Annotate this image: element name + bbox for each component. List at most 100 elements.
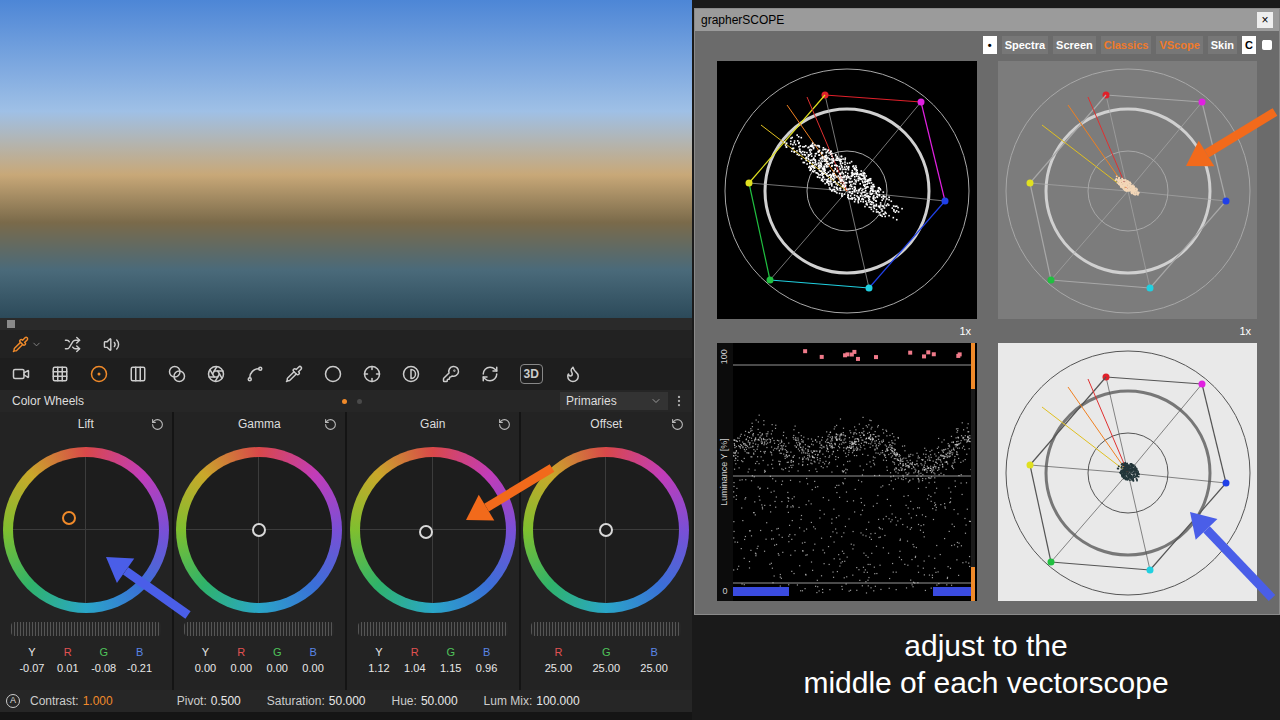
zoom-label[interactable]: 1x	[1239, 323, 1251, 340]
blend-icon[interactable]	[168, 365, 186, 383]
adjustment-field[interactable]: Hue:50.000	[392, 692, 458, 710]
3d-button[interactable]: 3D	[520, 364, 543, 384]
speaker-icon[interactable]	[103, 336, 120, 353]
wheel-slider[interactable]	[358, 622, 508, 636]
sizing-icon[interactable]	[481, 365, 499, 383]
vectorscope-graticule-icon	[717, 61, 975, 319]
adjustment-label: Hue:	[392, 692, 417, 710]
wheel-slider[interactable]	[531, 622, 681, 636]
channel-number: 1.15	[440, 660, 461, 676]
channel-value[interactable]: B-0.21	[125, 644, 155, 676]
page-dot[interactable]	[342, 399, 347, 404]
reset-icon[interactable]	[671, 418, 684, 431]
mode-dropdown[interactable]: Primaries	[560, 392, 668, 410]
scope-tab[interactable]: Screen	[1053, 36, 1096, 54]
channel-value[interactable]: B0.96	[472, 644, 502, 676]
grid-icon[interactable]	[51, 365, 69, 383]
blur-icon[interactable]	[402, 365, 420, 383]
zoom-row: 1x	[717, 319, 977, 343]
wheel-slider[interactable]	[11, 622, 161, 636]
wheel-header: Lift	[0, 412, 172, 436]
reset-icon[interactable]	[324, 418, 337, 431]
adjustment-label: Pivot:	[177, 692, 207, 710]
aperture-icon[interactable]	[207, 365, 225, 383]
color-wheel-icon[interactable]	[90, 365, 108, 383]
adjustment-field[interactable]: Lum Mix:100.000	[484, 692, 580, 710]
channel-label: B	[650, 644, 657, 660]
channel-number: 25.00	[545, 660, 573, 676]
channel-label: G	[273, 644, 282, 660]
zoom-label[interactable]: 1x	[959, 323, 971, 340]
wheel-column: GammaY0.00R0.00G0.00B0.00	[174, 412, 346, 690]
playhead[interactable]	[7, 320, 15, 328]
channel-label: B	[136, 644, 143, 660]
channel-number: 0.00	[266, 660, 287, 676]
scrub-bar[interactable]	[0, 318, 692, 330]
channel-value[interactable]: R0.01	[53, 644, 83, 676]
window-icon[interactable]	[324, 365, 342, 383]
adjustment-field[interactable]: Contrast:1.000	[30, 692, 113, 710]
scope-tab[interactable]: Spectra	[1002, 36, 1048, 54]
color-wheel[interactable]	[350, 447, 516, 613]
channel-value[interactable]: Y-0.07	[17, 644, 47, 676]
channel-value[interactable]: Y0.00	[190, 644, 220, 676]
channel-label: R	[64, 644, 72, 660]
caption-line: adjust to the	[904, 627, 1067, 664]
scope-tab[interactable]: Classics	[1101, 36, 1152, 54]
menu-icon[interactable]	[672, 394, 686, 408]
vectorscope-panel	[717, 61, 977, 319]
tracker-icon[interactable]	[363, 365, 381, 383]
camera-icon[interactable]	[12, 365, 30, 383]
shuffle-icon[interactable]	[64, 336, 81, 353]
mode-label: Primaries	[566, 392, 617, 410]
wheel-values: Y0.00R0.00G0.00B0.00	[174, 644, 346, 676]
adjustment-value: 0.500	[211, 692, 241, 710]
columns-icon[interactable]	[129, 365, 147, 383]
adjustment-value: 1.000	[83, 692, 113, 710]
picker-button[interactable]	[12, 336, 42, 353]
wheel-slider[interactable]	[184, 622, 334, 636]
wheel-column: OffsetR25.00G25.00B25.00	[521, 412, 693, 690]
scope-tab[interactable]: •	[983, 36, 997, 54]
scope-tab[interactable]: C	[1242, 36, 1256, 54]
channel-value[interactable]: G25.00	[591, 644, 621, 676]
viewer-toolbar	[0, 330, 692, 358]
color-wheel[interactable]	[176, 447, 342, 613]
page-dots	[342, 399, 362, 404]
reset-icon[interactable]	[498, 418, 511, 431]
scope-tab[interactable]: Skin	[1208, 36, 1237, 54]
adjustment-field[interactable]: Saturation:50.000	[267, 692, 366, 710]
close-button[interactable]: ×	[1257, 12, 1273, 28]
channel-value[interactable]: R0.00	[226, 644, 256, 676]
channel-value[interactable]: Y1.12	[364, 644, 394, 676]
auto-balance-button[interactable]: A	[6, 694, 20, 708]
channel-label: R	[237, 644, 245, 660]
reset-icon[interactable]	[151, 418, 164, 431]
adjustment-field[interactable]: Pivot:0.500	[177, 692, 241, 710]
channel-value[interactable]: R25.00	[543, 644, 573, 676]
annotation-arrow-icon	[1186, 112, 1275, 166]
channel-value[interactable]: G0.00	[262, 644, 292, 676]
channel-label: Y	[375, 644, 382, 660]
channel-value[interactable]: R1.04	[400, 644, 430, 676]
eyedropper-icon	[12, 336, 29, 353]
wheel-column: LiftY-0.07R0.01G-0.08B-0.21	[0, 412, 172, 690]
fx-icon[interactable]	[564, 365, 582, 383]
scope-tab[interactable]: VScope	[1156, 36, 1202, 54]
color-wheel[interactable]	[3, 447, 169, 613]
channel-number: 0.01	[57, 660, 78, 676]
color-wheel[interactable]	[523, 447, 689, 613]
zoom-row: 1x	[998, 319, 1257, 343]
key-icon[interactable]	[442, 365, 460, 383]
page-toolbar: 3D	[0, 358, 692, 390]
page-dot[interactable]	[357, 399, 362, 404]
window-title: grapherSCOPE	[701, 11, 784, 29]
channel-value[interactable]: B25.00	[639, 644, 669, 676]
channel-value[interactable]: G-0.08	[89, 644, 119, 676]
channel-value[interactable]: G1.15	[436, 644, 466, 676]
wheel-title: Lift	[78, 415, 94, 433]
eyedropper-icon[interactable]	[285, 365, 303, 383]
options-icon[interactable]	[1261, 39, 1273, 51]
channel-value[interactable]: B0.00	[298, 644, 328, 676]
curve-icon[interactable]	[246, 365, 264, 383]
